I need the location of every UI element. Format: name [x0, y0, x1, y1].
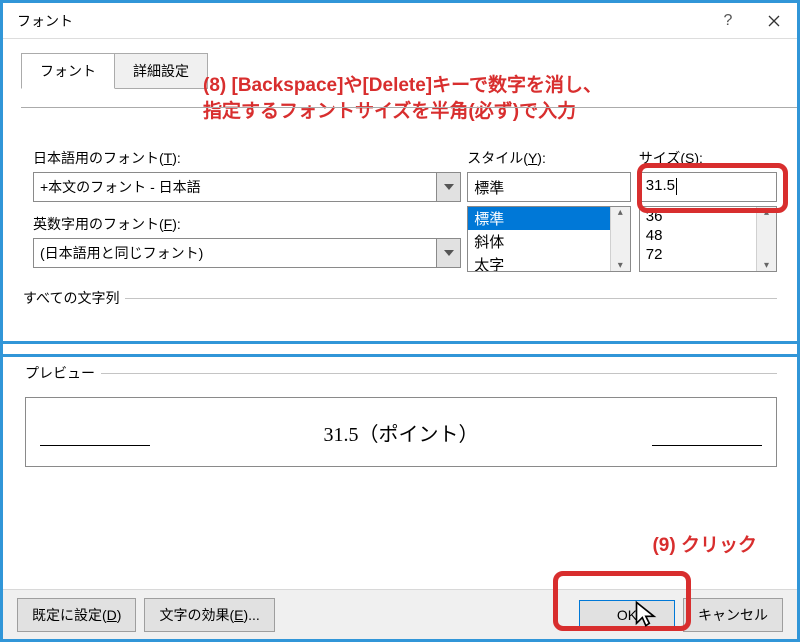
- label-style: スタイル(Y):: [467, 148, 631, 168]
- japanese-font-combo[interactable]: +本文のフォント - 日本語: [33, 172, 461, 202]
- window-title: フォント: [17, 11, 73, 31]
- scrollbar[interactable]: ▴ ▾: [610, 207, 630, 271]
- dialog-body: 日本語用のフォント(T): +本文のフォント - 日本語 英数字用のフォント(F…: [33, 148, 777, 308]
- latin-font-value: (日本語用と同じフォント): [34, 239, 436, 267]
- close-button[interactable]: [751, 3, 797, 39]
- preview-text: 31.5（ポイント）: [324, 418, 479, 447]
- label-preview: プレビュー: [25, 363, 95, 383]
- text-caret: [676, 178, 677, 195]
- scroll-up-icon[interactable]: ▴: [618, 207, 623, 218]
- scrollbar[interactable]: ▴ ▾: [756, 207, 776, 271]
- tab-advanced[interactable]: 詳細設定: [115, 53, 208, 89]
- dialog-footer: 既定に設定(D) 文字の効果(E)... OK キャンセル: [3, 589, 797, 639]
- set-default-button[interactable]: 既定に設定(D): [17, 598, 136, 632]
- screenshot-split-gap: [3, 341, 797, 357]
- scroll-up-icon[interactable]: ▴: [764, 207, 769, 218]
- tab-divider: [21, 107, 797, 108]
- ok-button[interactable]: OK: [579, 600, 675, 630]
- size-listbox[interactable]: 36 48 72 ▴ ▾: [639, 206, 777, 272]
- chevron-down-icon[interactable]: [436, 173, 460, 201]
- list-item[interactable]: 48: [640, 226, 756, 245]
- list-item[interactable]: 36: [640, 207, 756, 226]
- style-input[interactable]: 標準: [467, 172, 631, 202]
- section-all-chars: すべての文字列: [23, 288, 777, 308]
- annotation-step9: (9) クリック: [652, 533, 757, 559]
- preview-underline: [40, 445, 150, 446]
- label-latin-font: 英数字用のフォント(F):: [33, 214, 461, 234]
- style-listbox[interactable]: 標準 斜体 太字 ▴ ▾: [467, 206, 631, 272]
- text-effects-button[interactable]: 文字の効果(E)...: [144, 598, 274, 632]
- preview-section: プレビュー 31.5（ポイント）: [25, 363, 777, 467]
- annotation-step8-line2: 指定するフォントサイズを半角(必ず)で入力: [203, 99, 576, 125]
- list-item[interactable]: 標準: [468, 207, 610, 230]
- annotation-step8-line1: (8) [Backspace]や[Delete]キーで数字を消し、: [203, 73, 602, 99]
- cancel-button[interactable]: キャンセル: [683, 598, 783, 632]
- japanese-font-value: +本文のフォント - 日本語: [34, 173, 436, 201]
- list-item[interactable]: 72: [640, 245, 756, 264]
- font-dialog: フォント ? フォント 詳細設定 (8) [Backspace]や[Delete…: [0, 0, 800, 642]
- list-item[interactable]: 太字: [468, 253, 610, 271]
- scroll-down-icon[interactable]: ▾: [764, 260, 769, 271]
- label-size: サイズ(S):: [639, 148, 777, 168]
- title-bar: フォント ?: [3, 3, 797, 39]
- list-item[interactable]: 斜体: [468, 230, 610, 253]
- size-input[interactable]: 31.5: [639, 172, 777, 202]
- latin-font-combo[interactable]: (日本語用と同じフォント): [33, 238, 461, 268]
- label-japanese-font: 日本語用のフォント(T):: [33, 148, 461, 168]
- help-button[interactable]: ?: [705, 3, 751, 39]
- chevron-down-icon[interactable]: [436, 239, 460, 267]
- tab-font[interactable]: フォント: [21, 53, 115, 89]
- preview-underline: [652, 445, 762, 446]
- scroll-down-icon[interactable]: ▾: [618, 260, 623, 271]
- preview-box: 31.5（ポイント）: [25, 397, 777, 467]
- close-icon: [768, 15, 780, 27]
